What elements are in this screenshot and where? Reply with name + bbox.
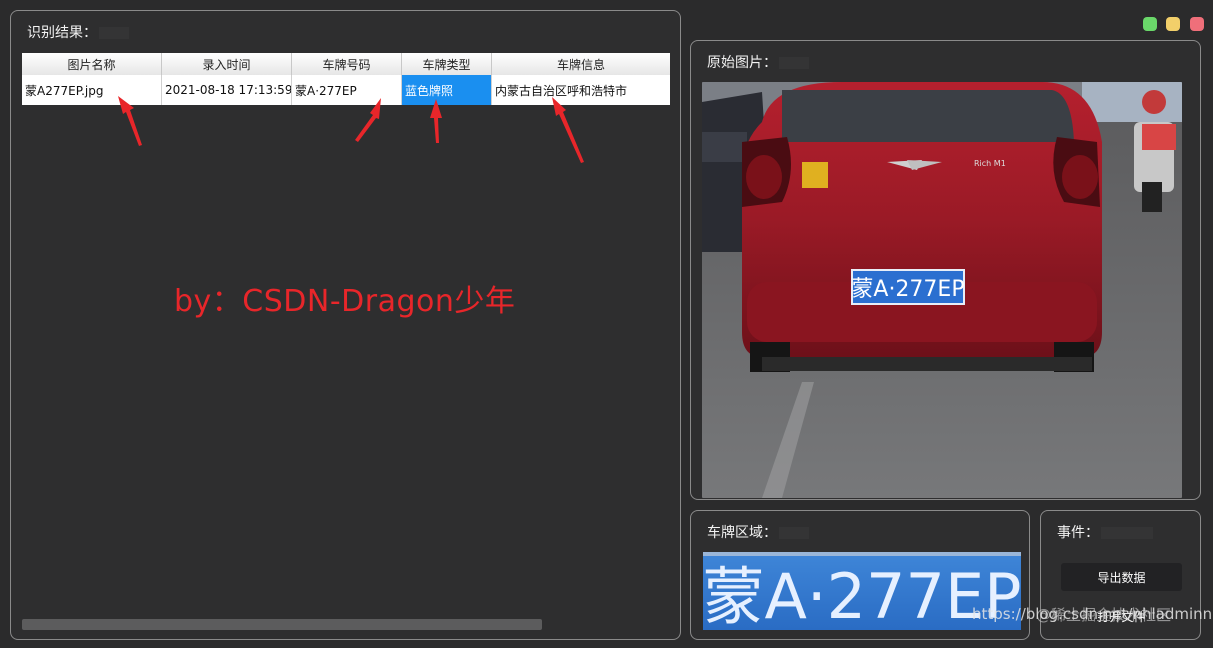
photo-plate-text: 蒙A·277EP <box>851 277 964 302</box>
minimize-button[interactable] <box>1166 17 1180 31</box>
arrow-icon <box>552 97 584 163</box>
events-title-text: 事件： <box>1057 525 1099 541</box>
events-title: 事件： <box>1057 522 1153 542</box>
arrow-icon <box>355 98 381 142</box>
original-photo: Rich M1 蒙A·277EP <box>702 82 1182 498</box>
close-button[interactable] <box>1190 17 1204 31</box>
maximize-button[interactable] <box>1143 17 1157 31</box>
plate-region-title: 车牌区域： <box>707 522 809 542</box>
original-image-title-text: 原始图片： <box>707 55 777 71</box>
horizontal-scrollbar[interactable] <box>22 619 542 630</box>
arrow-icon <box>430 99 442 143</box>
arrow-icon <box>118 96 142 146</box>
badge-text: Rich M1 <box>974 159 1006 168</box>
annotation-arrows <box>118 96 584 163</box>
export-data-button[interactable]: 导出数据 <box>1061 563 1182 591</box>
author-watermark: by：CSDN-Dragon少年 <box>174 284 516 319</box>
csdn-url-watermark: https://blog.csdn.net/nhladminnhl <box>972 605 1213 623</box>
plate-region-title-text: 车牌区域： <box>707 525 777 541</box>
original-image-title: 原始图片： <box>707 52 809 72</box>
